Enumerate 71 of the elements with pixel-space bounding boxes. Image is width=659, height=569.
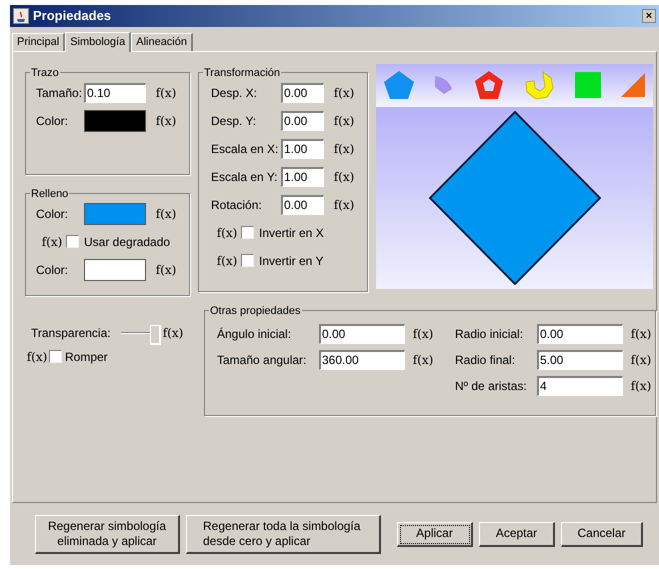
triangle-icon[interactable]	[620, 72, 646, 98]
field-label: Color:	[36, 112, 70, 130]
checkbox-label: Invertir en Y	[259, 252, 324, 270]
input-field[interactable]: 0.10	[84, 82, 146, 103]
formula-button[interactable]: f(x)	[25, 348, 49, 366]
field-label: Color:	[36, 206, 70, 223]
field-label: Escala en X:	[211, 140, 279, 158]
checkbox-label: Invertir en X	[259, 224, 324, 242]
input-field[interactable]: 0.00	[319, 324, 405, 344]
input-field[interactable]: 0.00	[281, 82, 324, 103]
formula-button[interactable]: f(x)	[332, 168, 356, 186]
formula-button[interactable]: f(x)	[411, 350, 435, 369]
dialog-button[interactable]: Regenerar toda la simbología desde cero y aplicar	[186, 514, 381, 554]
dialog-button[interactable]: Aplicar	[397, 522, 473, 547]
field-label: Ángulo inicial:	[217, 326, 292, 343]
field-label: Radio final:	[455, 352, 516, 369]
formula-button[interactable]: f(x)	[332, 196, 356, 214]
pentagon-icon[interactable]	[383, 70, 415, 100]
formula-button[interactable]: f(x)	[629, 324, 653, 343]
checkbox-label: Usar degradado	[84, 234, 170, 251]
field-label: Nº de aristas:	[455, 378, 528, 395]
formula-button[interactable]: f(x)	[154, 204, 178, 223]
slider-thumb[interactable]	[150, 324, 161, 345]
tab[interactable]: Alineación	[131, 32, 193, 51]
formula-button[interactable]: f(x)	[154, 84, 178, 102]
formula-button[interactable]: f(x)	[332, 140, 356, 158]
color-swatch[interactable]	[84, 110, 146, 132]
field-label: Rotación:	[211, 196, 263, 214]
field-label: Escala en Y:	[211, 168, 278, 186]
field-label: Color:	[36, 262, 70, 279]
pentagon-ring-icon[interactable]	[474, 70, 504, 100]
checkbox[interactable]	[241, 254, 254, 268]
formula-button[interactable]: f(x)	[332, 112, 356, 130]
input-field[interactable]: 1.00	[281, 138, 324, 159]
formula-button[interactable]: f(x)	[40, 232, 64, 251]
formula-button[interactable]: f(x)	[215, 252, 239, 270]
formula-button[interactable]: f(x)	[629, 376, 653, 395]
formula-button[interactable]: f(x)	[161, 324, 185, 342]
checkbox[interactable]	[49, 350, 62, 364]
field-label: Tamaño angular:	[217, 352, 308, 369]
input-field[interactable]: 1.00	[281, 166, 324, 187]
window-title: Propiedades	[33, 7, 112, 26]
formula-button[interactable]: f(x)	[629, 350, 653, 369]
formula-button[interactable]: f(x)	[154, 112, 178, 130]
checkbox-label: Romper	[65, 348, 108, 366]
tab[interactable]: Simbología	[65, 32, 132, 52]
field-label: Transparencia:	[31, 324, 112, 342]
dialog-button[interactable]: Regenerar simbología eliminada y aplicar	[35, 514, 180, 554]
input-field[interactable]: 5.00	[537, 350, 623, 370]
formula-button[interactable]: f(x)	[411, 324, 435, 343]
input-field[interactable]: 360.00	[319, 350, 405, 370]
java-app-icon	[13, 8, 29, 24]
formula-button[interactable]: f(x)	[154, 260, 178, 279]
close-button[interactable]: ×	[642, 8, 656, 23]
dialog-button[interactable]: Cancelar	[561, 522, 643, 547]
field-label: Radio inicial:	[455, 326, 524, 343]
input-field[interactable]: 0.00	[281, 110, 324, 131]
formula-button[interactable]: f(x)	[332, 84, 356, 102]
formula-button[interactable]: f(x)	[215, 224, 239, 242]
field-label: Desp. Y:	[211, 112, 258, 130]
dialog-button[interactable]: Aceptar	[479, 522, 555, 547]
sector-icon[interactable]	[434, 75, 454, 96]
field-label: Tamaño:	[36, 84, 82, 102]
input-field[interactable]: 0.00	[537, 324, 623, 344]
color-swatch[interactable]	[84, 258, 146, 281]
field-label: Desp. X:	[211, 84, 258, 102]
input-field[interactable]: 4	[537, 376, 623, 396]
input-field[interactable]: 0.00	[281, 194, 324, 215]
checkbox[interactable]	[66, 235, 79, 248]
checkbox[interactable]	[241, 226, 254, 240]
color-swatch[interactable]	[84, 202, 146, 225]
